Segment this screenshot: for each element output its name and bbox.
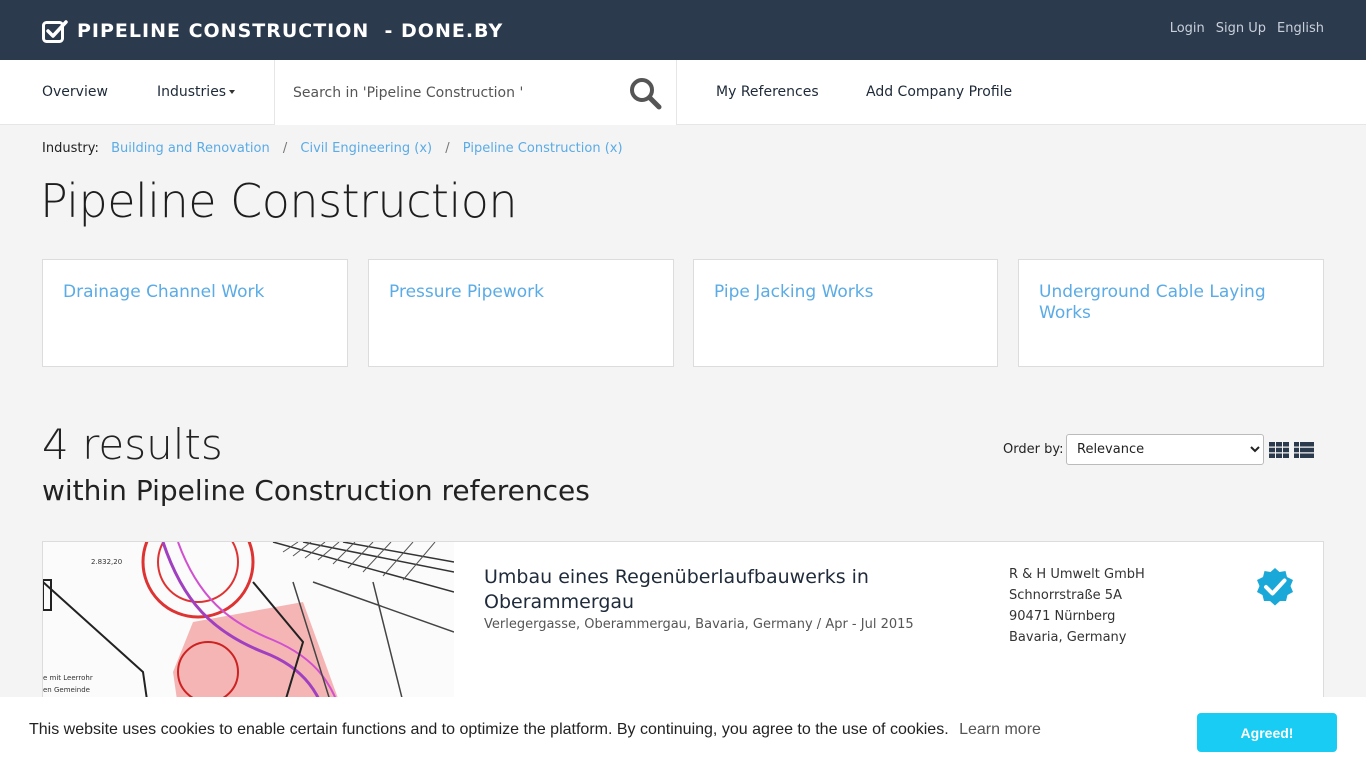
category-card[interactable]: Pipe Jacking Works	[693, 259, 998, 367]
login-link[interactable]: Login	[1170, 21, 1205, 36]
cookie-banner: This website uses cookies to enable cert…	[0, 697, 1366, 768]
breadcrumb-item[interactable]: Civil Engineering (x)	[300, 141, 432, 156]
category-card-label: Drainage Channel Work	[63, 282, 265, 302]
breadcrumb-item[interactable]: Building and Renovation	[111, 141, 270, 156]
search-input[interactable]	[275, 60, 613, 125]
language-link[interactable]: English	[1277, 21, 1324, 36]
nav-overview[interactable]: Overview	[42, 84, 108, 100]
page-title: Pipeline Construction	[40, 174, 518, 228]
cookie-message: This website uses cookies to enable cert…	[29, 721, 1041, 739]
svg-text:e mit Leerrohr: e mit Leerrohr	[43, 674, 93, 682]
grid-view-icon[interactable]	[1269, 442, 1289, 458]
order-by-label: Order by:	[1003, 442, 1064, 457]
search-container	[274, 60, 614, 125]
list-view-icon[interactable]	[1294, 442, 1314, 458]
main-nav: Overview Industries My References Add Co…	[0, 60, 1366, 125]
brand-name: PIPELINE CONSTRUCTION - DONE.BY	[77, 20, 504, 42]
breadcrumb-separator: /	[445, 141, 450, 156]
company-street: Schnorrstraße 5A	[1009, 588, 1122, 603]
category-card[interactable]: Underground Cable Laying Works	[1018, 259, 1324, 367]
cookie-learn-more-link[interactable]: Learn more	[959, 721, 1041, 738]
breadcrumb: Industry: Building and Renovation / Civi…	[42, 141, 623, 156]
svg-text:en Gemeinde: en Gemeinde	[43, 686, 90, 694]
cookie-text: This website uses cookies to enable cert…	[29, 721, 949, 738]
cookie-agree-button[interactable]: Agreed!	[1197, 713, 1337, 752]
nav-industries-dropdown[interactable]: Industries	[157, 84, 236, 100]
caret-down-icon	[229, 90, 236, 94]
brand-logo[interactable]: PIPELINE CONSTRUCTION - DONE.BY	[42, 18, 503, 44]
checkbox-logo-icon	[42, 20, 68, 43]
nav-my-references[interactable]: My References	[716, 84, 819, 100]
breadcrumb-item[interactable]: Pipeline Construction (x)	[463, 141, 623, 156]
result-title[interactable]: Umbau eines Regenüberlaufbauwerks in Obe…	[484, 565, 904, 615]
company-city: 90471 Nürnberg	[1009, 609, 1116, 624]
account-links: Login Sign Up English	[1170, 21, 1324, 36]
nav-add-company-profile[interactable]: Add Company Profile	[866, 84, 1012, 100]
results-count: 4 results	[42, 420, 223, 469]
breadcrumb-label: Industry:	[42, 141, 99, 156]
top-header: PIPELINE CONSTRUCTION - DONE.BY Login Si…	[0, 0, 1366, 60]
result-location-date: Verlegergasse, Oberammergau, Bavaria, Ge…	[484, 617, 914, 632]
order-by-select[interactable]: Relevance	[1066, 434, 1264, 465]
category-card-label: Pressure Pipework	[389, 282, 544, 302]
category-card-label: Underground Cable Laying Works	[1039, 282, 1266, 323]
category-card[interactable]: Pressure Pipework	[368, 259, 674, 367]
category-card[interactable]: Drainage Channel Work	[42, 259, 348, 367]
svg-text:2.832,20: 2.832,20	[91, 558, 122, 566]
search-button[interactable]	[613, 60, 677, 125]
nav-industries-label: Industries	[157, 84, 227, 100]
company-name[interactable]: R & H Umwelt GmbH	[1009, 564, 1145, 585]
company-region: Bavaria, Germany	[1009, 630, 1127, 645]
results-subtitle: within Pipeline Construction references	[42, 474, 590, 507]
breadcrumb-separator: /	[282, 141, 288, 156]
signup-link[interactable]: Sign Up	[1216, 21, 1266, 36]
verified-badge-icon	[1257, 568, 1293, 606]
search-icon	[629, 77, 661, 109]
company-address: R & H Umwelt GmbH Schnorrstraße 5A 90471…	[1009, 564, 1145, 648]
category-card-label: Pipe Jacking Works	[714, 282, 874, 302]
